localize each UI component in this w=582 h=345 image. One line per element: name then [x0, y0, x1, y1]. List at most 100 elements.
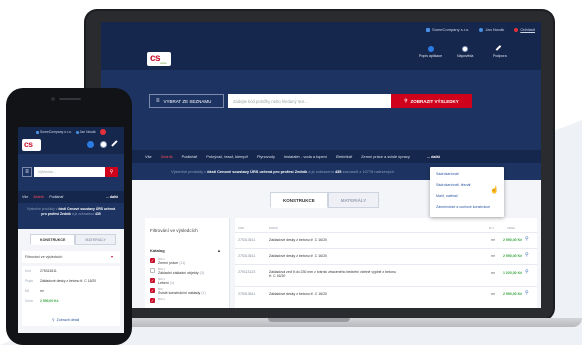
user-link[interactable]: Jan Novák — [479, 27, 504, 32]
power-icon[interactable] — [99, 129, 106, 135]
quick-link-support[interactable]: Podpora — [493, 45, 507, 58]
tab-konstrukce[interactable]: KONSTRUKCE — [30, 234, 76, 245]
category-zednik[interactable]: Zedník — [33, 195, 44, 199]
column-header-description[interactable]: POPIS — [269, 226, 278, 230]
phone-search-input[interactable]: Vyhledat... — [34, 167, 105, 177]
column-header-code[interactable]: KÓD — [238, 226, 244, 230]
filter-item[interactable]: ✓ 800-1 Lešení (1) — [150, 278, 174, 285]
hamburger-icon: ≡ — [25, 169, 29, 175]
show-detail-label: Zobrazit detail — [56, 318, 80, 322]
dropdown-item[interactable]: Sádrokartonář, těsnář — [436, 183, 471, 187]
dropdown-item[interactable]: Zámečnické a ocelové konstrukce — [436, 205, 490, 209]
lifebuoy-icon[interactable] — [100, 141, 107, 148]
phone-result-card[interactable]: Kód 275313611 Popis Základové desky z beto… — [22, 266, 120, 326]
magnifier-icon[interactable]: ⚲ — [525, 269, 529, 275]
filter-item[interactable]: 800-1 Základní základní objekty (3) — [150, 268, 204, 275]
card-key: Popis — [25, 279, 33, 283]
filter-count: (1) — [201, 291, 206, 296]
catalog-heading[interactable]: Katalog — [150, 248, 165, 253]
show-detail-link[interactable]: ⚲ Zobrazit detail — [52, 318, 79, 322]
logo-text: cs — [150, 53, 161, 64]
phone-category-bar: Vše Zedník Podlahář ... další — [18, 191, 124, 203]
phone-filter-toggle[interactable]: Filtrování ve výsledcích ▾ — [22, 251, 120, 263]
filter-item[interactable]: ✓ 800 Svislé konstrukční náklady (1) — [150, 288, 206, 295]
search-icon: ⚲ — [109, 169, 114, 175]
top-bar: SomeCompany s.r.o. Jan Novák Odhlásit — [426, 27, 535, 32]
card-key: Cena — [25, 299, 33, 303]
card-value: m³ — [40, 289, 44, 293]
chevron-down-icon: ▾ — [110, 254, 113, 259]
user-name: Jan Novák — [485, 27, 505, 32]
info-middle: a je zobrazeno — [308, 169, 334, 174]
phone-menu-button[interactable]: ≡ — [22, 167, 32, 177]
select-from-list-button[interactable]: ≡ VYBRAT ZE SEZNAMU — [149, 94, 224, 108]
phone-logo[interactable]: cs — [22, 139, 41, 151]
search-hero: ≡ VYBRAT ZE SEZNAMU Zadejte kód položky … — [101, 70, 541, 150]
quick-link-label: Podpora — [493, 54, 507, 58]
row-description: Základové desky z betonu tř. C 16/20 — [269, 292, 327, 296]
tab-materialy[interactable]: MATERIÁLY — [327, 192, 380, 208]
tab-materialy[interactable]: MATERIÁLY — [75, 234, 116, 245]
column-header-price[interactable]: CENA — [507, 226, 515, 230]
wrench-icon — [495, 45, 504, 53]
logo[interactable]: cs online — [147, 52, 171, 66]
row-unit: m³ — [491, 238, 496, 242]
row-description: Základové desky z betonu tř. C 16/20 — [269, 254, 327, 258]
laptop-notch — [268, 318, 350, 322]
filter-panel: Filtrování ve výsledcích Katalog ▲ ✓ 800… — [145, 218, 230, 308]
caret-up-icon[interactable]: ▲ — [217, 248, 221, 253]
categories-more[interactable]: ... další — [427, 154, 440, 159]
info-icon[interactable] — [87, 141, 94, 148]
category-plynovody[interactable]: Plynovody — [257, 154, 275, 159]
phone-search-button[interactable]: ⚲ — [105, 167, 118, 177]
filter-name: Lešení — [158, 281, 169, 286]
column-header-unit[interactable]: M.J. — [489, 226, 494, 230]
categories-more[interactable]: ... další — [106, 195, 118, 199]
category-podlahar[interactable]: Podlahář — [49, 195, 63, 199]
category-zemni-prace[interactable]: Zemní práce a svislé úpravy — [361, 154, 410, 159]
magnifier-icon[interactable]: ⚲ — [525, 236, 529, 242]
quick-link-about[interactable]: Popis aplikace — [419, 46, 442, 58]
show-results-button[interactable]: ⚲ ZOBRAZIT VÝSLEDKY — [391, 94, 472, 108]
filter-name: Zemní práce — [158, 261, 179, 266]
category-pokryvac[interactable]: Pokrývač, tesař, klempíř — [206, 154, 248, 159]
search-input[interactable]: Zadejte kód položky nebo hledaný text... — [228, 94, 391, 108]
category-instalater[interactable]: Instalatér - voda a topení — [284, 154, 327, 159]
dropdown-item[interactable]: Malíř, natěrač — [436, 194, 458, 198]
table-row[interactable]: 275313611 Základové desky z betonu tř. C… — [235, 232, 537, 248]
category-zednik[interactable]: Zedník — [161, 154, 173, 159]
company-link[interactable]: SomeCompany s.r.o. — [426, 27, 469, 32]
phone-user-link[interactable]: Jan Novák — [75, 130, 96, 134]
phone-screen: SomeCompany s.r.o. Jan Novák cs ≡ Vyhled… — [18, 127, 124, 333]
category-all[interactable]: Vše — [145, 154, 152, 159]
category-all[interactable]: Vše — [22, 195, 28, 199]
table-row[interactable]: 275313611 Základové desky z betonu tř. C… — [235, 248, 537, 264]
card-row: Kód 275313611 — [25, 269, 118, 273]
filter-item[interactable]: ✓ 800-1 Zemní práce (11) — [150, 258, 185, 265]
checkbox-checked-icon[interactable]: ✓ — [150, 298, 155, 303]
row-price: 1 020,00 Kč — [503, 271, 523, 275]
filter-item[interactable]: ✓ 800-1 — [150, 298, 165, 303]
category-elektrikar[interactable]: Elektrikář — [336, 154, 352, 159]
phone-top-bar: SomeCompany s.r.o. Jan Novák — [36, 129, 106, 135]
wrench-icon[interactable] — [111, 140, 120, 149]
phone-company-link[interactable]: SomeCompany s.r.o. — [36, 130, 72, 134]
building-icon — [426, 27, 431, 32]
checkbox-checked-icon[interactable]: ✓ — [150, 278, 155, 283]
table-row[interactable]: 279113123 Základová zeď tl do 230 mm z t… — [235, 264, 537, 286]
tab-konstrukce[interactable]: KONSTRUKCE — [270, 192, 328, 208]
quick-link-label: Nápověda — [457, 54, 474, 58]
row-price: 2 590,00 Kč — [503, 238, 523, 242]
table-row[interactable]: 275313611 Základové desky z betonu tř. C… — [235, 286, 537, 302]
category-podlahar[interactable]: Podlahář — [182, 154, 198, 159]
logout-link[interactable]: Odhlásit — [514, 27, 535, 32]
magnifier-icon[interactable]: ⚲ — [525, 252, 529, 258]
checkbox-empty-icon[interactable] — [150, 268, 155, 273]
magnifier-icon[interactable]: ⚲ — [525, 290, 529, 296]
power-icon — [514, 27, 519, 32]
row-code: 275313611 — [238, 254, 256, 258]
dropdown-item[interactable]: Sádrokartonář — [436, 172, 459, 176]
checkbox-checked-icon[interactable]: ✓ — [150, 258, 155, 263]
quick-link-help[interactable]: Nápověda — [457, 46, 473, 58]
checkbox-checked-icon[interactable]: ✓ — [150, 288, 155, 293]
